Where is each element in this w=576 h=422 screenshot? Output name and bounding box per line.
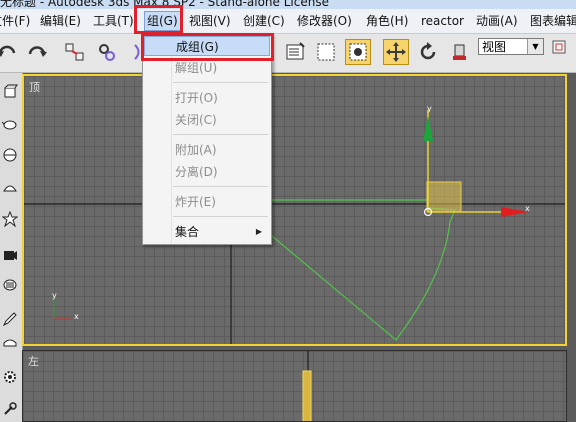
menu-item-explode[interactable]: 炸开(E) [144, 192, 270, 212]
menu-modifiers[interactable]: 修改器(O) [297, 13, 352, 30]
wrench-icon[interactable] [0, 399, 20, 419]
pencil-icon[interactable] [0, 309, 20, 329]
sphere-icon[interactable] [0, 145, 20, 165]
star-icon[interactable] [0, 209, 20, 229]
menu-file[interactable]: 文件(F) [0, 13, 30, 30]
scale-pivot-icon[interactable] [552, 40, 566, 54]
group-menu-dropdown: 成组(G) 解组(U) 打开(O) 关闭(C) 附加(A) 分离(D) 炸开(E… [142, 33, 272, 245]
rotate-icon[interactable] [415, 39, 441, 65]
menu-item-close[interactable]: 关闭(C) [144, 110, 270, 130]
chevron-down-icon[interactable]: ▼ [527, 39, 543, 54]
menu-item-detach[interactable]: 分离(D) [144, 162, 270, 182]
menu-item-assembly[interactable]: 集合 ▶ [144, 222, 270, 242]
redo-icon[interactable] [24, 39, 50, 65]
menu-separator [173, 186, 268, 187]
gear-icon[interactable] [0, 367, 20, 387]
select-by-name-icon[interactable] [282, 39, 308, 65]
gizmo-y-label: y [427, 104, 432, 113]
viewport-left-scene [302, 351, 312, 421]
axis-y-label: y [52, 291, 57, 300]
submenu-arrow-icon: ▶ [255, 227, 262, 236]
shape-icon[interactable] [0, 177, 20, 197]
helper-icon[interactable] [0, 275, 20, 295]
menu-tools[interactable]: 工具(T) [93, 13, 134, 30]
reference-coordinate-value: 视图 [482, 40, 507, 54]
highlight-box-group-item [141, 33, 274, 61]
highlight-box-group-menu [134, 5, 183, 34]
menu-animation[interactable]: 动画(A) [476, 13, 518, 30]
title-bar: 无标题 - Autodesk 3ds Max 8 SP2 - Stand-alo… [0, 0, 576, 9]
camera-icon[interactable] [0, 245, 20, 265]
reference-coordinate-dropdown[interactable]: 视图 ▼ [478, 38, 544, 55]
viewport-top-scene [24, 76, 565, 344]
menu-create[interactable]: 创建(C) [243, 13, 285, 30]
gizmo-x-label: x [525, 204, 530, 213]
light-icon[interactable] [0, 335, 20, 355]
command-strip [0, 73, 23, 422]
menu-reactor[interactable]: reactor [421, 13, 464, 30]
viewport-left[interactable]: 左 [22, 350, 567, 422]
undo-icon[interactable] [0, 39, 20, 65]
viewport-top[interactable]: 顶 y x y x [22, 74, 567, 346]
menu-item-assembly-label: 集合 [175, 225, 200, 239]
menu-separator [173, 82, 268, 83]
menu-bar: 文件(F) 编辑(E) 工具(T) 组(G) 视图(V) 创建(C) 修改器(O… [0, 9, 576, 34]
menu-item-attach[interactable]: 附加(A) [144, 140, 270, 160]
cube-icon[interactable] [0, 81, 20, 101]
select-link-icon[interactable] [62, 39, 88, 65]
axis-x-label: x [74, 312, 79, 321]
menu-character[interactable]: 角色(H) [366, 13, 408, 30]
window-crossing-icon[interactable] [345, 39, 371, 65]
menu-separator [173, 134, 268, 135]
scale-icon[interactable] [447, 39, 473, 65]
menu-item-ungroup[interactable]: 解组(U) [144, 58, 270, 78]
menu-graph-editors[interactable]: 图表编辑器 [530, 13, 576, 30]
unlink-icon[interactable] [94, 39, 120, 65]
rectangular-selection-icon[interactable] [313, 39, 339, 65]
move-icon[interactable] [383, 39, 409, 65]
menu-item-open[interactable]: 打开(O) [144, 88, 270, 108]
teapot-icon[interactable] [0, 113, 20, 133]
menu-views[interactable]: 视图(V) [189, 13, 231, 30]
menu-separator [173, 216, 268, 217]
menu-edit[interactable]: 编辑(E) [40, 13, 81, 30]
